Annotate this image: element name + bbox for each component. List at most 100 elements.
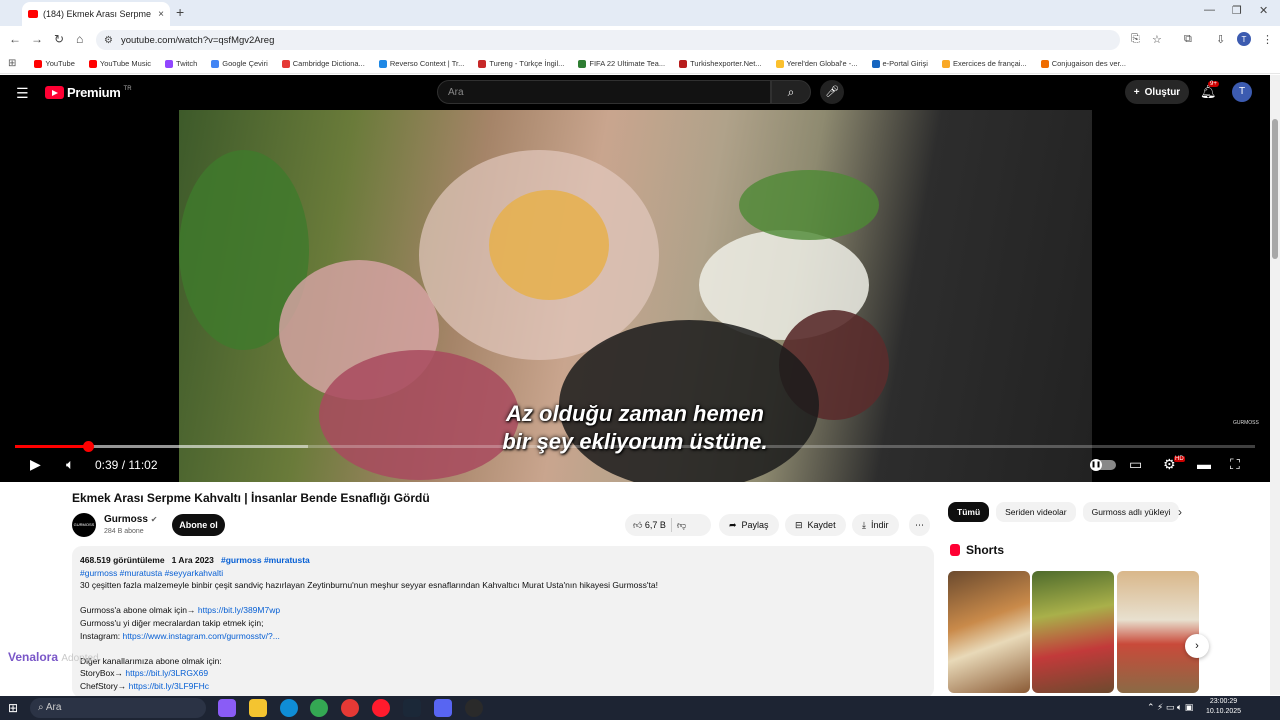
bookmark-item[interactable]: Google Çeviri	[211, 59, 268, 68]
hashtags-inline[interactable]: #gurmoss #muratusta	[221, 555, 310, 565]
install-icon[interactable]: ⎘	[1131, 33, 1140, 46]
back-icon[interactable]: ←	[9, 32, 21, 46]
voice-search-icon[interactable]: 🎤︎	[820, 80, 844, 104]
bookmark-favicon-icon	[34, 59, 43, 68]
more-actions-button[interactable]: ⋯	[909, 514, 930, 536]
filter-chip[interactable]: Tümü	[948, 502, 990, 522]
video-player[interactable]: Az olduğu zaman hemen bir şey ekliyorum …	[0, 110, 1270, 482]
bookmark-item[interactable]: Cambridge Dictiona...	[281, 59, 365, 68]
filter-chip[interactable]: Gurmoss adlı yükleyi	[1082, 502, 1180, 522]
address-url: youtube.com/watch?v=qsfMgv2Areg	[120, 34, 275, 46]
chips-next-icon[interactable]: ›	[1178, 505, 1182, 519]
short-thumbnail-3[interactable]	[1117, 571, 1199, 693]
extensions-icon[interactable]: ⧉	[1184, 33, 1192, 46]
bookmark-item[interactable]: Conjugaison des ver...	[1040, 59, 1126, 68]
windows-start-icon[interactable]: ⊞	[8, 701, 18, 715]
short-thumbnail-1[interactable]	[948, 571, 1030, 693]
video-title: Ekmek Arası Serpme Kahvaltı | İnsanlar B…	[72, 491, 430, 505]
bookmark-star-icon[interactable]: ☆	[1152, 33, 1162, 46]
youtube-favicon-icon	[28, 10, 38, 18]
shorts-heading: Shorts	[950, 543, 1004, 557]
file-explorer-icon[interactable]	[249, 699, 267, 717]
account-avatar[interactable]: T	[1232, 82, 1252, 102]
play-icon[interactable]: ▶	[30, 456, 41, 473]
address-bar[interactable]: ⚙ youtube.com/watch?v=qsfMgv2Areg	[96, 30, 1120, 50]
bookmark-item[interactable]: Turkishexporter.Net...	[679, 59, 762, 68]
tab-close-icon[interactable]: ×	[158, 9, 164, 20]
minimize-icon[interactable]: —	[1204, 4, 1215, 16]
like-button[interactable]: 👍︎ 6,7 B	[633, 520, 666, 531]
browser-toolbar: ← → ↻ ⌂ ⚙ youtube.com/watch?v=qsfMgv2Are…	[0, 26, 1280, 54]
close-window-icon[interactable]: ✕	[1259, 4, 1268, 17]
filter-chip[interactable]: Seriden videolar	[996, 502, 1076, 522]
channel-name[interactable]: Gurmoss ✔	[104, 514, 157, 525]
storybox-link[interactable]: https://bit.ly/3LRGX69	[125, 668, 208, 678]
search-button[interactable]: ⌕	[771, 80, 811, 104]
forward-icon[interactable]: →	[31, 32, 43, 46]
menu-icon[interactable]: ⋮	[1262, 33, 1273, 46]
taskbar-search[interactable]: ⌕ Ara	[30, 698, 206, 718]
youtube-premium-logo[interactable]: Premium TR	[45, 85, 132, 100]
subscribe-link[interactable]: https://bit.ly/389M7wp	[198, 605, 280, 615]
save-button[interactable]: ⊟ Kaydet	[785, 514, 846, 536]
copilot-icon[interactable]	[218, 699, 236, 717]
steam-icon[interactable]	[403, 699, 421, 717]
home-icon[interactable]: ⌂	[76, 32, 83, 46]
autoplay-toggle[interactable]: ❚❚	[1090, 459, 1116, 471]
bookmark-item[interactable]: Yerel'den Global'e -...	[775, 59, 858, 68]
channel-avatar[interactable]: GURMOSS	[72, 513, 96, 537]
bookmark-item[interactable]: FIFA 22 Ultimate Tea...	[578, 59, 665, 68]
bookmark-favicon-icon	[281, 59, 290, 68]
reload-icon[interactable]: ↻	[54, 32, 64, 46]
bookmark-item[interactable]: e-Portal Girişi	[871, 59, 928, 68]
browser-tab-youtube[interactable]: (184) Ekmek Arası Serpme Kahvalt ×	[22, 2, 170, 26]
subscribe-button[interactable]: Abone ol	[172, 514, 225, 536]
share-button[interactable]: ➦ Paylaş	[719, 514, 779, 536]
volume-icon[interactable]: 🔈︎	[66, 456, 74, 473]
yandex-icon[interactable]	[341, 699, 359, 717]
chrome-icon[interactable]	[310, 699, 328, 717]
page-scrollbar[interactable]	[1270, 75, 1280, 695]
bookmark-item[interactable]: YouTube	[34, 59, 75, 68]
new-tab-button[interactable]: +	[176, 4, 184, 20]
edge-icon[interactable]	[280, 699, 298, 717]
short-thumbnail-2[interactable]	[1032, 571, 1114, 693]
bookmark-item[interactable]: Twitch	[165, 59, 197, 68]
browser-profile-avatar[interactable]: T	[1237, 32, 1251, 46]
bookmark-item[interactable]: Reverso Context | Tr...	[378, 59, 464, 68]
subtitle-line-2: bir şey ekliyorum üstüne.	[502, 429, 768, 454]
maximize-icon[interactable]: ❐	[1232, 4, 1242, 17]
subtitles-icon[interactable]: ▭	[1129, 456, 1142, 473]
site-info-icon[interactable]: ⚙	[104, 35, 113, 46]
obs-icon[interactable]	[465, 699, 483, 717]
create-button[interactable]: + Oluştur	[1125, 80, 1189, 104]
theater-mode-icon[interactable]: ▬	[1197, 456, 1211, 472]
apps-grid-icon[interactable]: ⊞	[8, 58, 16, 69]
shorts-icon	[950, 544, 960, 556]
hashtags-line[interactable]: #gurmoss #muratusta #seyyarkahvalti	[80, 567, 926, 580]
bookmark-item[interactable]: YouTube Music	[88, 59, 151, 68]
hamburger-menu-icon[interactable]: ☰	[16, 85, 29, 102]
taskbar-clock[interactable]: 23:00:29 10.10.2025	[1206, 697, 1241, 717]
notification-count-badge: 9+	[1208, 81, 1219, 87]
discord-icon[interactable]	[434, 699, 452, 717]
shorts-next-icon[interactable]: ›	[1185, 634, 1209, 658]
search-icon: ⌕	[787, 85, 795, 99]
bookmark-item[interactable]: Tureng - Türkçe İngil...	[478, 59, 564, 68]
description-box[interactable]: 468.519 görüntüleme 1 Ara 2023 #gurmoss …	[72, 546, 934, 698]
fullscreen-icon[interactable]: ⛶	[1230, 456, 1240, 473]
downloads-icon[interactable]: ⇩	[1216, 33, 1225, 46]
download-button[interactable]: ⤓ İndir	[852, 514, 899, 536]
upload-date: 1 Ara 2023	[171, 555, 214, 565]
description-summary: 30 çeşitten fazla malzemeyle binbir çeşi…	[80, 580, 658, 591]
system-tray-icons[interactable]: ⌃ ⚡ ▭ 🔈︎ ▣	[1147, 702, 1193, 713]
dislike-button[interactable]: 👎︎	[677, 520, 686, 531]
chefstory-link[interactable]: https://bit.ly/3LF9FHc	[129, 681, 209, 691]
opera-icon[interactable]	[372, 699, 390, 717]
search-input[interactable]: Ara	[437, 80, 771, 104]
time-display: 0:39 / 11:02	[95, 458, 158, 472]
bookmark-favicon-icon	[578, 59, 587, 68]
progress-bar[interactable]	[15, 441, 1255, 452]
instagram-link[interactable]: https://www.instagram.com/gurmosstv/?...	[123, 631, 280, 641]
bookmark-item[interactable]: Exercices de françai...	[941, 59, 1027, 68]
